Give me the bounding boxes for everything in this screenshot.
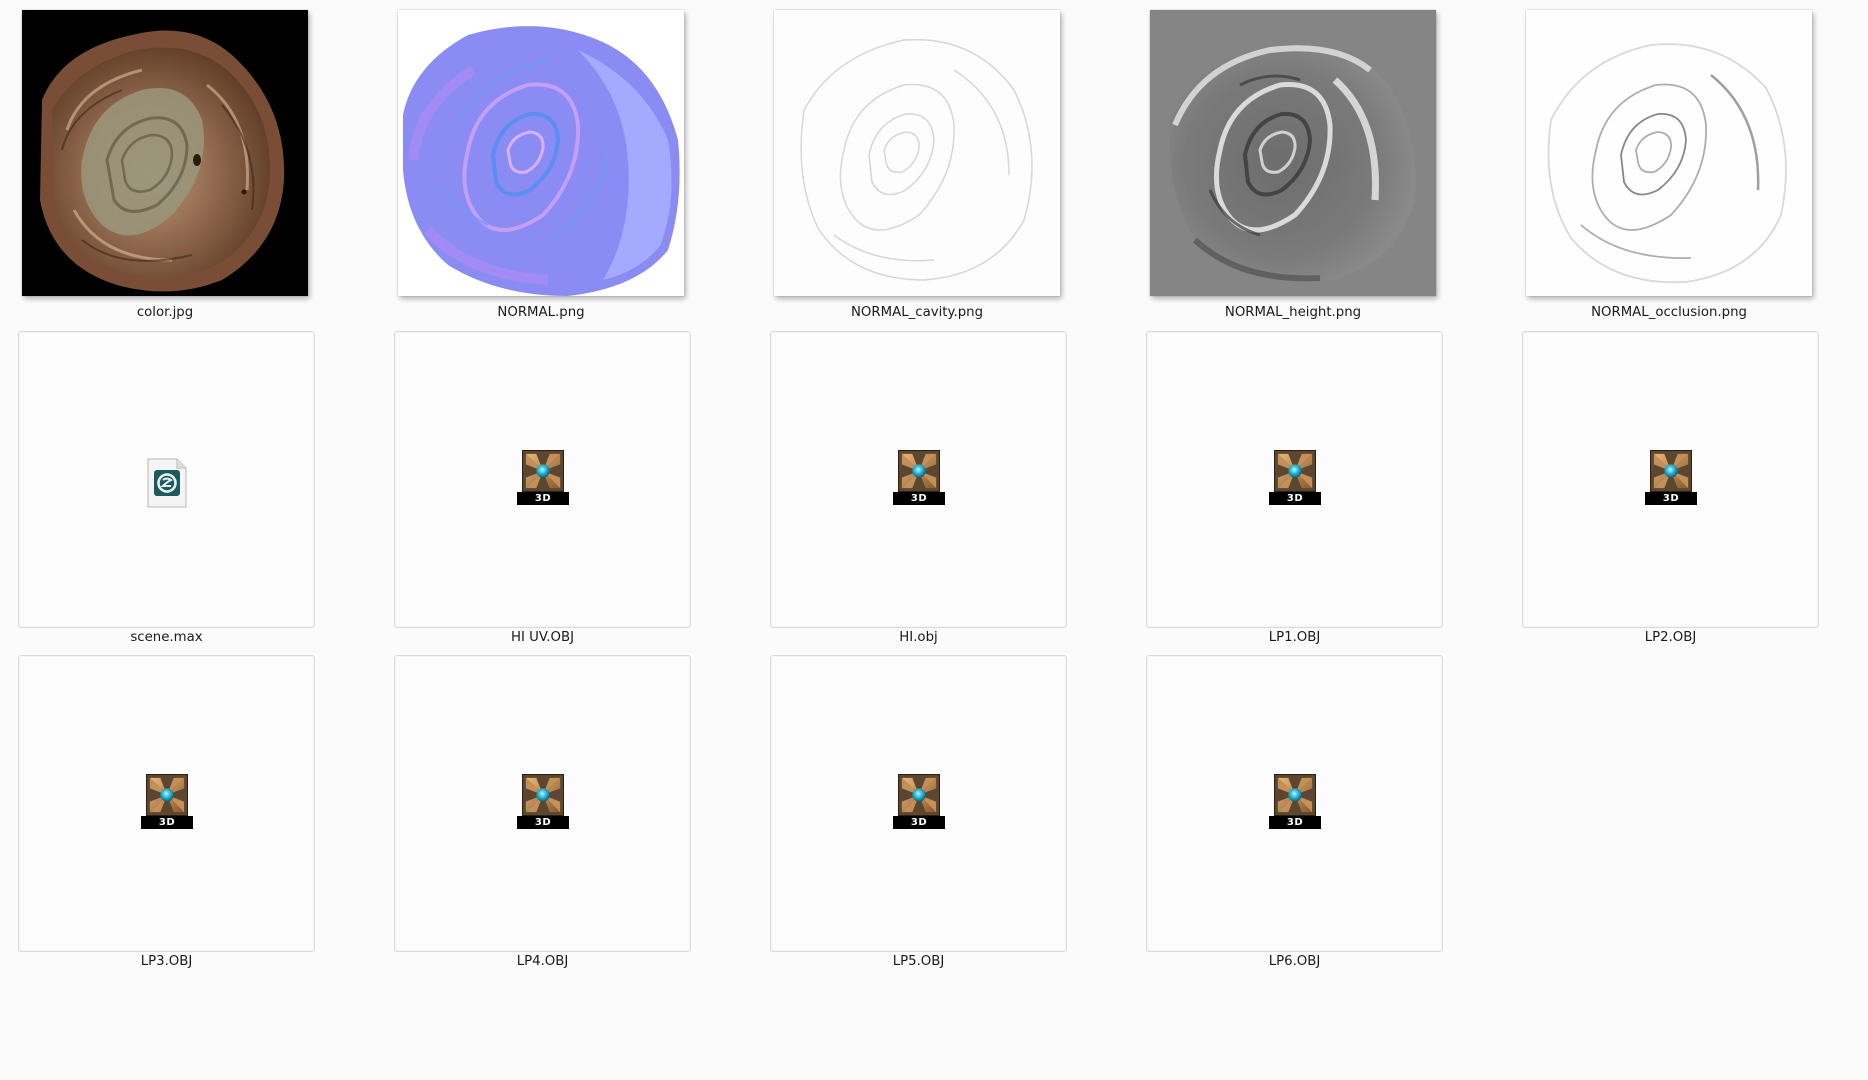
3d-object-preview xyxy=(898,450,940,492)
3d-object-icon: 3D xyxy=(141,774,193,830)
3d-object-icon: 3D xyxy=(517,774,569,830)
3d-object-icon: 3D xyxy=(1269,450,1321,506)
file-name: color.jpg xyxy=(136,305,194,320)
file-name: LP2.OBJ xyxy=(1644,630,1697,645)
file-name: HI UV.OBJ xyxy=(511,630,574,645)
3d-object-preview xyxy=(146,774,188,816)
3d-object-icon: 3D xyxy=(893,450,945,506)
3ds-max-file-icon xyxy=(147,458,187,508)
3d-object-icon: 3D xyxy=(1269,774,1321,830)
height-map-thumbnail xyxy=(1150,10,1436,296)
3d-object-preview xyxy=(1274,774,1316,816)
file-name: LP1.OBJ xyxy=(1268,630,1321,645)
3d-object-preview xyxy=(522,450,564,492)
3d-badge: 3D xyxy=(517,816,569,829)
file-name: NORMAL.png xyxy=(497,305,585,320)
3d-object-preview xyxy=(522,774,564,816)
occlusion-map-thumbnail xyxy=(1526,10,1812,296)
file-name: LP3.OBJ xyxy=(140,954,193,969)
3d-object-icon: 3D xyxy=(893,774,945,830)
file-name: NORMAL_occlusion.png xyxy=(1591,305,1747,320)
file-name: NORMAL_height.png xyxy=(1224,305,1362,320)
file-name: LP6.OBJ xyxy=(1268,954,1321,969)
3d-object-preview xyxy=(1650,450,1692,492)
file-name: LP5.OBJ xyxy=(892,954,945,969)
file-name: NORMAL_cavity.png xyxy=(850,305,984,320)
3d-badge: 3D xyxy=(517,492,569,505)
normal-map-thumbnail xyxy=(398,10,684,296)
3d-object-icon: 3D xyxy=(1645,450,1697,506)
file-name: LP4.OBJ xyxy=(516,954,569,969)
3d-badge: 3D xyxy=(1269,492,1321,505)
3d-badge: 3D xyxy=(893,492,945,505)
3d-badge: 3D xyxy=(1269,816,1321,829)
3d-object-icon: 3D xyxy=(517,450,569,506)
cavity-map-thumbnail xyxy=(774,10,1060,296)
3d-object-preview xyxy=(1274,450,1316,492)
3d-badge: 3D xyxy=(1645,492,1697,505)
color-texture-thumbnail xyxy=(22,10,308,296)
3d-badge: 3D xyxy=(893,816,945,829)
file-name: HI.obj xyxy=(899,630,938,645)
file-name: scene.max xyxy=(130,630,203,645)
3d-badge: 3D xyxy=(141,816,193,829)
3d-object-preview xyxy=(898,774,940,816)
